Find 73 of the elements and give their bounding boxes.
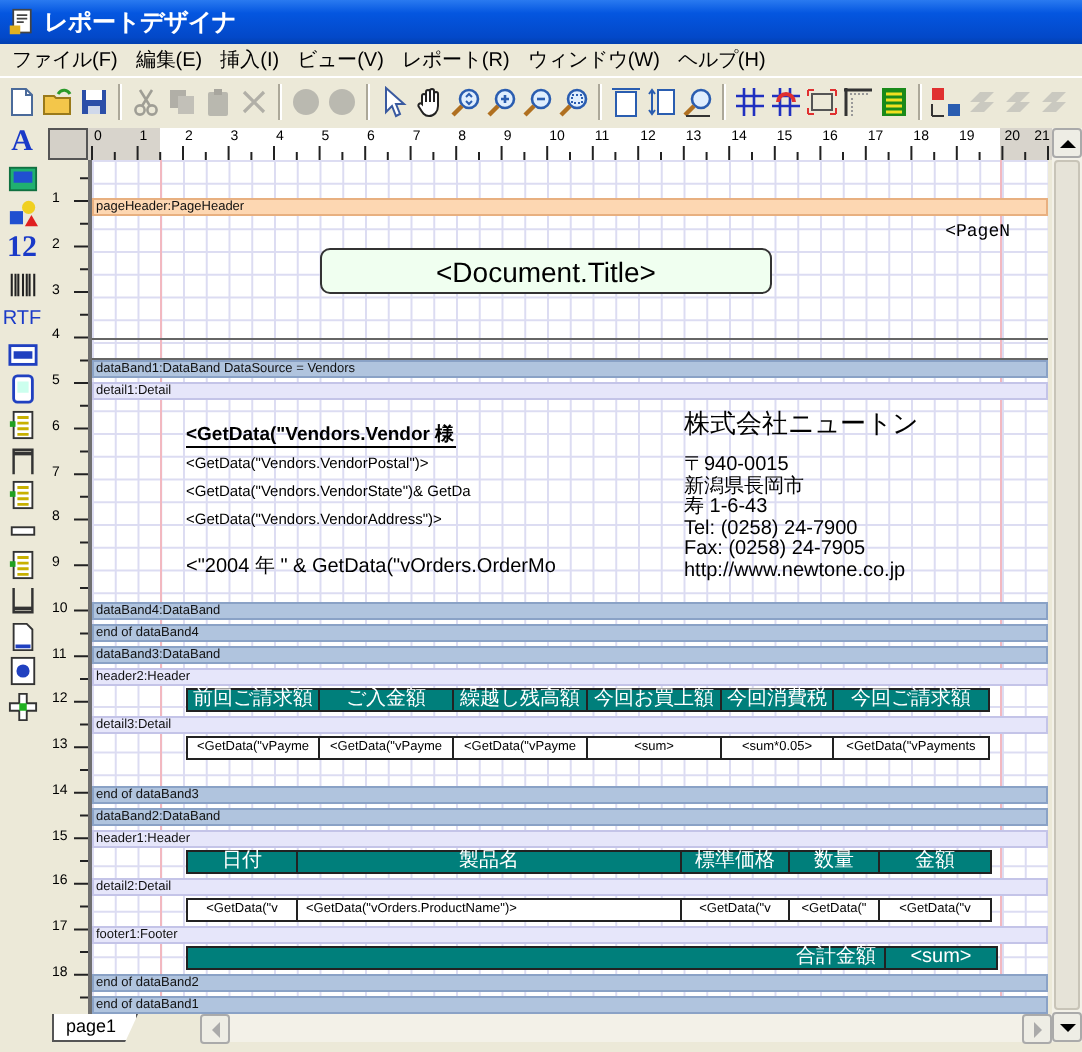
- page-number-field: <PageN: [945, 222, 1010, 242]
- address-line: 新潟県長岡市: [684, 477, 804, 497]
- column-header: 数量: [788, 850, 880, 874]
- column-header: 標準価格: [680, 850, 790, 874]
- column-header: ご入金額: [318, 688, 454, 712]
- column-header: 今回消費税: [720, 688, 834, 712]
- zoom-out-icon[interactable]: [522, 85, 554, 117]
- menu-item[interactable]: ビュー(V): [297, 46, 384, 74]
- scroll-down-button[interactable]: [1052, 1012, 1082, 1042]
- image-icon[interactable]: [7, 163, 37, 194]
- save-icon[interactable]: [78, 85, 110, 117]
- menu-item[interactable]: レポート(R): [401, 46, 510, 74]
- page-icon[interactable]: [7, 621, 37, 652]
- title-field: <Document.Title>: [320, 248, 772, 294]
- field-icon[interactable]: [7, 339, 37, 370]
- company-name: 株式会社ニュートン: [684, 408, 918, 440]
- window-title: レポートデザイナ: [44, 5, 236, 39]
- zoom-in-icon[interactable]: [486, 85, 518, 117]
- ruler-icon[interactable]: [842, 85, 874, 117]
- menu-item[interactable]: 編集(E): [135, 46, 203, 74]
- column-header: 繰越し残高額: [452, 688, 588, 712]
- menu-item[interactable]: ファイル(F): [12, 46, 118, 74]
- file-icon[interactable]: [6, 85, 38, 117]
- up-arrow-icon: [1059, 135, 1075, 151]
- page-arrow-icon[interactable]: [646, 85, 678, 117]
- down-arrow-icon: [1059, 1019, 1075, 1035]
- band-icon[interactable]: [7, 410, 37, 441]
- column-header: <sum>: [884, 946, 998, 970]
- magnifier-icon[interactable]: [682, 85, 714, 117]
- address-line: http://www.newtone.co.jp: [684, 561, 906, 582]
- column-header: 今回お買上額: [586, 688, 722, 712]
- bracket-icon[interactable]: [7, 586, 37, 617]
- page-tab[interactable]: page1: [52, 1014, 139, 1042]
- menu-item[interactable]: 挿入(I): [220, 46, 280, 74]
- cross-icon[interactable]: [7, 691, 37, 722]
- tool-label[interactable]: 12: [7, 234, 37, 265]
- column-header: 製品名: [296, 850, 682, 874]
- address-line: 〒940-0015: [684, 456, 789, 476]
- radio-icon[interactable]: [7, 656, 37, 687]
- right-arrow-icon: [1029, 1021, 1045, 1037]
- panel-icon[interactable]: [7, 374, 37, 405]
- vendor-field: <GetData("Vendors.Vendor 様: [186, 424, 456, 448]
- order-field: <"2004 年 " & GetData("vOrders.OrderMo: [186, 556, 556, 578]
- magnifier-icon[interactable]: [558, 85, 590, 117]
- folder-icon[interactable]: [42, 85, 74, 117]
- scroll-up-button[interactable]: [1052, 128, 1082, 158]
- column-header: 今回ご請求額: [832, 688, 990, 712]
- scroll-thumb[interactable]: [1054, 160, 1080, 1010]
- page-icon[interactable]: [610, 85, 642, 117]
- address-line: Fax: (0258) 24-7905: [684, 540, 866, 561]
- shapes-icon[interactable]: [7, 198, 37, 229]
- menu-item[interactable]: ヘルプ(H): [677, 46, 766, 74]
- band-icon[interactable]: [7, 550, 37, 581]
- band-icon[interactable]: [7, 480, 37, 511]
- grid-icon[interactable]: [734, 85, 766, 117]
- report-icon: [8, 8, 36, 36]
- address-line: Tel: (0258) 24-7900: [684, 519, 858, 539]
- snap-grid-icon[interactable]: [770, 85, 802, 117]
- menu-item[interactable]: ウィンドウ(W): [527, 46, 660, 74]
- magnifier-icon[interactable]: [450, 85, 482, 117]
- column-header: 合計金額: [186, 946, 886, 970]
- tool-label[interactable]: RTF: [2, 304, 42, 335]
- tool-label[interactable]: A: [11, 128, 33, 159]
- column-header: 金額: [878, 850, 992, 874]
- column-header: 日付: [186, 850, 298, 874]
- list-icon[interactable]: [878, 85, 910, 117]
- left-arrow-icon: [207, 1021, 223, 1037]
- frame-icon[interactable]: [806, 85, 838, 117]
- header-band-icon[interactable]: [7, 445, 37, 476]
- align-icon[interactable]: [930, 85, 962, 117]
- column-header: 前回ご請求額: [186, 688, 320, 712]
- address-line: 寿 1-6-43: [684, 498, 768, 519]
- barcode-icon[interactable]: [7, 269, 37, 300]
